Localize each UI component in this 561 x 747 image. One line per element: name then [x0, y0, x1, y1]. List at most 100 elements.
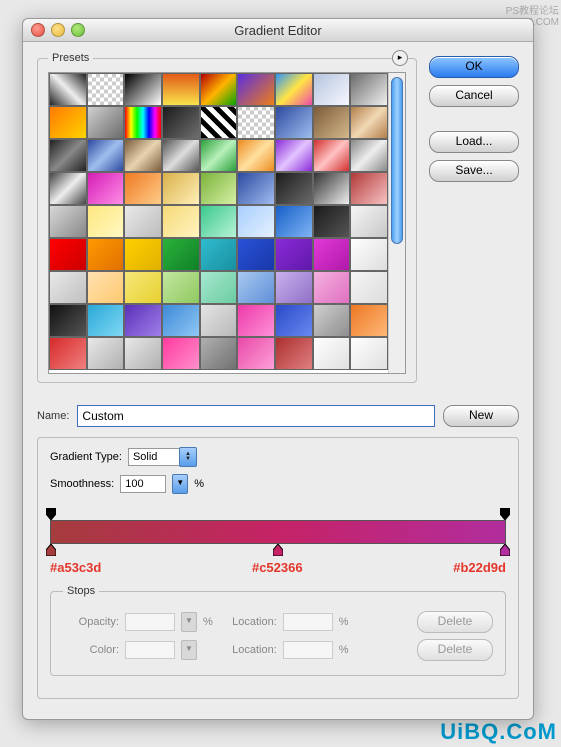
cancel-button[interactable]: Cancel	[429, 85, 519, 107]
preset-swatch[interactable]	[200, 73, 238, 106]
preset-swatch[interactable]	[87, 205, 125, 238]
chevron-down-icon[interactable]: ▼	[172, 474, 188, 494]
gradient-type-select[interactable]: ▲▼	[128, 448, 197, 466]
preset-swatch[interactable]	[350, 106, 388, 139]
ok-button[interactable]: OK	[429, 56, 519, 78]
preset-swatch[interactable]	[124, 271, 162, 304]
load-button[interactable]: Load...	[429, 131, 519, 153]
preset-swatch[interactable]	[162, 205, 200, 238]
preset-swatch[interactable]	[350, 337, 388, 370]
preset-swatch[interactable]	[275, 304, 313, 337]
preset-swatch[interactable]	[87, 73, 125, 106]
preset-swatch[interactable]	[87, 238, 125, 271]
preset-swatch[interactable]	[162, 139, 200, 172]
preset-swatch[interactable]	[49, 238, 87, 271]
preset-swatch[interactable]	[87, 337, 125, 370]
preset-swatch[interactable]	[313, 73, 351, 106]
presets-flyout-icon[interactable]: ▸	[392, 50, 408, 66]
scroll-thumb[interactable]	[391, 77, 403, 244]
preset-swatch[interactable]	[87, 106, 125, 139]
preset-swatch[interactable]	[87, 271, 125, 304]
chevron-updown-icon[interactable]: ▲▼	[179, 447, 197, 467]
color-stop-right[interactable]	[500, 544, 510, 556]
preset-swatch[interactable]	[237, 337, 275, 370]
save-button[interactable]: Save...	[429, 160, 519, 182]
preset-swatch[interactable]	[313, 205, 351, 238]
preset-swatch[interactable]	[275, 172, 313, 205]
preset-swatch[interactable]	[313, 304, 351, 337]
preset-swatch[interactable]	[275, 337, 313, 370]
preset-swatch[interactable]	[275, 205, 313, 238]
preset-swatch[interactable]	[49, 205, 87, 238]
preset-swatch[interactable]	[124, 73, 162, 106]
preset-swatch[interactable]	[275, 238, 313, 271]
preset-swatch[interactable]	[87, 139, 125, 172]
preset-swatch[interactable]	[49, 106, 87, 139]
preset-swatch[interactable]	[162, 337, 200, 370]
preset-swatch[interactable]	[237, 205, 275, 238]
preset-swatch[interactable]	[350, 271, 388, 304]
preset-swatch[interactable]	[350, 304, 388, 337]
preset-swatch[interactable]	[124, 205, 162, 238]
preset-swatch[interactable]	[162, 106, 200, 139]
preset-swatch[interactable]	[200, 205, 238, 238]
preset-swatch[interactable]	[237, 238, 275, 271]
preset-swatch[interactable]	[49, 73, 87, 106]
preset-swatch[interactable]	[237, 106, 275, 139]
new-button[interactable]: New	[443, 405, 519, 427]
preset-swatch[interactable]	[49, 139, 87, 172]
preset-swatch[interactable]	[313, 337, 351, 370]
opacity-stop-right[interactable]	[500, 508, 510, 520]
preset-swatch[interactable]	[237, 271, 275, 304]
preset-swatch[interactable]	[162, 238, 200, 271]
preset-swatch[interactable]	[275, 271, 313, 304]
preset-swatch[interactable]	[275, 73, 313, 106]
preset-swatch[interactable]	[350, 172, 388, 205]
preset-swatch[interactable]	[124, 139, 162, 172]
preset-swatch[interactable]	[237, 172, 275, 205]
preset-swatch[interactable]	[237, 139, 275, 172]
color-stop-mid[interactable]	[273, 544, 283, 556]
preset-swatch[interactable]	[275, 106, 313, 139]
gradient-bar[interactable]	[50, 520, 506, 544]
name-input[interactable]	[77, 405, 435, 427]
preset-swatch[interactable]	[313, 238, 351, 271]
preset-swatch[interactable]	[124, 172, 162, 205]
preset-swatch[interactable]	[200, 172, 238, 205]
preset-swatch[interactable]	[200, 337, 238, 370]
preset-swatch[interactable]	[350, 139, 388, 172]
color-stop-left[interactable]	[46, 544, 56, 556]
preset-swatch[interactable]	[313, 172, 351, 205]
preset-swatch[interactable]	[162, 172, 200, 205]
gradient-type-value[interactable]	[128, 448, 179, 466]
preset-swatch[interactable]	[87, 172, 125, 205]
preset-swatch[interactable]	[313, 139, 351, 172]
preset-swatch[interactable]	[200, 271, 238, 304]
preset-swatch[interactable]	[237, 73, 275, 106]
preset-swatch[interactable]	[49, 304, 87, 337]
preset-swatch[interactable]	[200, 139, 238, 172]
preset-swatch[interactable]	[237, 304, 275, 337]
preset-swatch[interactable]	[350, 73, 388, 106]
preset-swatch[interactable]	[124, 304, 162, 337]
preset-swatch[interactable]	[124, 337, 162, 370]
preset-swatch[interactable]	[162, 73, 200, 106]
scrollbar[interactable]	[388, 73, 405, 373]
preset-swatch[interactable]	[87, 304, 125, 337]
opacity-stop-left[interactable]	[46, 508, 56, 520]
preset-swatch[interactable]	[275, 139, 313, 172]
preset-swatch[interactable]	[124, 106, 162, 139]
preset-swatch[interactable]	[162, 304, 200, 337]
preset-swatch[interactable]	[313, 106, 351, 139]
preset-swatch[interactable]	[200, 304, 238, 337]
preset-swatch[interactable]	[200, 106, 238, 139]
preset-swatch[interactable]	[124, 238, 162, 271]
preset-swatch[interactable]	[200, 238, 238, 271]
preset-swatch[interactable]	[162, 271, 200, 304]
preset-swatch[interactable]	[313, 271, 351, 304]
smoothness-input[interactable]	[120, 475, 166, 493]
preset-swatch[interactable]	[49, 172, 87, 205]
preset-swatch[interactable]	[49, 337, 87, 370]
preset-swatch[interactable]	[350, 205, 388, 238]
preset-swatch[interactable]	[49, 271, 87, 304]
